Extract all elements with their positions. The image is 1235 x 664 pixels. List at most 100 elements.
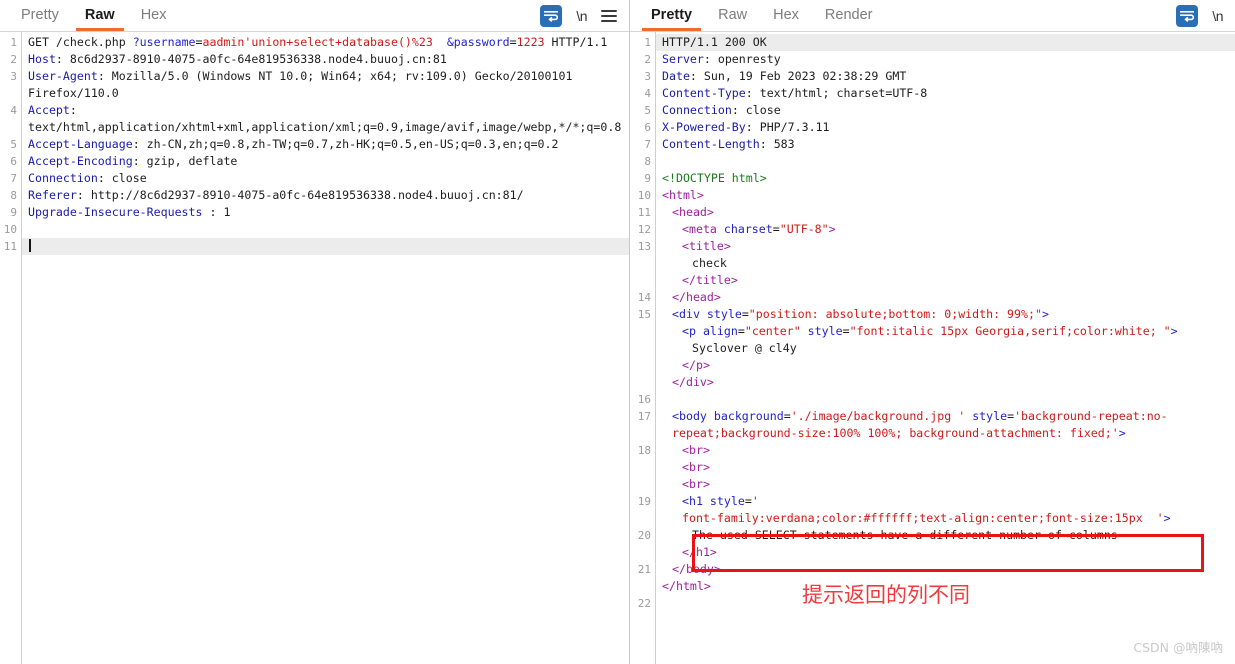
code-line-text: <title> — [656, 238, 1235, 255]
code-token: : zh-CN,zh;q=0.8,zh-TW;q=0.7,zh-HK;q=0.5… — [132, 137, 559, 151]
code-token: Accept-Encoding — [28, 154, 133, 168]
code-line-text: </div> — [656, 374, 1235, 391]
code-token: <html> — [662, 188, 704, 202]
code-token: "position: absolute;bottom: 0;width: 99%… — [748, 307, 1042, 321]
code-token: <title> — [682, 239, 731, 253]
code-token: <!DOCTYPE html> — [662, 171, 767, 185]
code-token: <h1 — [682, 494, 710, 508]
line-number — [630, 459, 656, 476]
code-line: </p> — [630, 357, 1235, 374]
code-line: 10 — [0, 221, 629, 238]
tab-pretty[interactable]: Pretty — [8, 1, 72, 31]
code-line-text: </p> — [656, 357, 1235, 374]
code-token: font-family:verdana;color:#ffffff;text-a… — [682, 511, 1164, 525]
code-line-text: check — [656, 255, 1235, 272]
code-line-text: <meta charset="UTF-8"> — [656, 221, 1235, 238]
code-token: "center" — [744, 324, 801, 338]
code-line: 10 <html> — [630, 187, 1235, 204]
code-token: </body> — [672, 562, 721, 576]
line-number: 21 — [637, 563, 651, 576]
tab-pretty[interactable]: Pretty — [638, 1, 705, 31]
code-line-text: </body> — [656, 561, 1235, 578]
word-wrap-icon[interactable] — [1176, 4, 1199, 27]
code-token: <br> — [682, 443, 710, 457]
code-token: > — [1041, 307, 1049, 321]
line-number: 16 — [637, 393, 651, 406]
code-line: 15 <div style="position: absolute;bottom:… — [630, 306, 1235, 323]
code-line: 1 HTTP/1.1 200 OK — [630, 34, 1235, 51]
code-token: ' — [751, 494, 759, 508]
code-token: = — [772, 222, 780, 236]
code-token: background — [713, 409, 784, 423]
code-token: The used SELECT statements have a differ… — [692, 528, 1118, 542]
line-number — [630, 255, 656, 272]
code-token: Upgrade-Insecure-Requests — [28, 205, 203, 219]
code-line: 3 User-Agent: Mozilla/5.0 (Windows NT 10.… — [0, 68, 629, 102]
code-line-text: Connection: close — [22, 170, 629, 187]
newline-toggle[interactable]: \n — [576, 8, 587, 24]
code-line-text: Content-Type: text/html; charset=UTF-8 — [656, 85, 1235, 102]
response-code-area[interactable]: 1 HTTP/1.1 200 OK 2 Server: openresty 3 Date:… — [630, 32, 1235, 664]
tab-raw[interactable]: Raw — [72, 1, 128, 31]
tab-hex[interactable]: Hex — [760, 1, 812, 31]
line-number: 11 — [3, 240, 17, 253]
code-line-text: Upgrade-Insecure-Requests : 1 — [22, 204, 629, 221]
code-line: <br> — [630, 459, 1235, 476]
code-line-text: <head> — [656, 204, 1235, 221]
code-line-text: </head> — [656, 289, 1235, 306]
code-token: : close — [97, 171, 147, 185]
code-line: 12 <meta charset="UTF-8"> — [630, 221, 1235, 238]
code-token: > — [1118, 426, 1126, 440]
code-token: ?username — [132, 35, 196, 49]
word-wrap-icon[interactable] — [540, 4, 563, 27]
code-token: X-Powered-By — [662, 120, 746, 134]
line-number: 10 — [637, 189, 651, 202]
code-token: > — [1163, 511, 1171, 525]
code-line: <br> — [630, 476, 1235, 493]
line-number — [630, 357, 656, 374]
request-code-area[interactable]: 1 GET /check.php ?username=aadmin'union+s… — [0, 32, 629, 664]
line-number: 9 — [10, 206, 17, 219]
line-number: 18 — [637, 444, 651, 457]
code-token: : 8c6d2937-8910-4075-a0fc-64e819536338.n… — [55, 52, 447, 66]
newline-toggle[interactable]: \n — [1212, 8, 1223, 24]
code-token: > — [828, 222, 836, 236]
code-token: style — [972, 409, 1008, 423]
code-line-text: <!DOCTYPE html> — [656, 170, 1235, 187]
code-line: 9 <!DOCTYPE html> — [630, 170, 1235, 187]
line-number: 3 — [644, 70, 651, 83]
line-number: 2 — [10, 53, 17, 66]
line-number: 3 — [10, 70, 17, 83]
code-token: </div> — [672, 375, 714, 389]
code-line-text: Referer: http://8c6d2937-8910-4075-a0fc-… — [22, 187, 629, 204]
code-line: </h1> — [630, 544, 1235, 561]
response-panel: Pretty Raw Hex Render \n 1 HTTP/1.1 200 OK 2 S… — [630, 0, 1235, 664]
code-token: </title> — [682, 273, 738, 287]
line-number: 6 — [10, 155, 17, 168]
code-token: Connection — [662, 103, 732, 117]
code-line: 13 <title> — [630, 238, 1235, 255]
code-token: = — [842, 324, 850, 338]
annotation-note: 提示返回的列不同 — [802, 583, 970, 607]
code-line: 14 </head> — [630, 289, 1235, 306]
tab-hex[interactable]: Hex — [128, 1, 180, 31]
tab-render[interactable]: Render — [812, 1, 886, 31]
burp-suite-repeater-window: Pretty Raw Hex \n 1 GET /check.php ?usernam — [0, 0, 1235, 664]
code-token: User-Agent — [28, 69, 98, 83]
code-token: Connection — [28, 171, 98, 185]
code-line-text: <br> — [656, 476, 1235, 493]
line-number: 6 — [644, 121, 651, 134]
code-token: Content-Length — [662, 137, 760, 151]
code-line-text: Accept-Language: zh-CN,zh;q=0.8,zh-TW;q=… — [22, 136, 629, 153]
hamburger-menu-icon[interactable] — [601, 9, 617, 22]
line-number — [630, 476, 656, 493]
code-line: 2 Host: 8c6d2937-8910-4075-a0fc-64e819536… — [0, 51, 629, 68]
line-number: 4 — [644, 87, 651, 100]
code-token: : 583 — [759, 137, 795, 151]
code-token: Accept — [28, 103, 70, 117]
code-line: </div> — [630, 374, 1235, 391]
line-number: 4 — [10, 104, 17, 117]
code-line: 16 — [630, 391, 1235, 408]
tab-raw[interactable]: Raw — [705, 1, 760, 31]
code-line: 1 GET /check.php ?username=aadmin'union+s… — [0, 34, 629, 51]
